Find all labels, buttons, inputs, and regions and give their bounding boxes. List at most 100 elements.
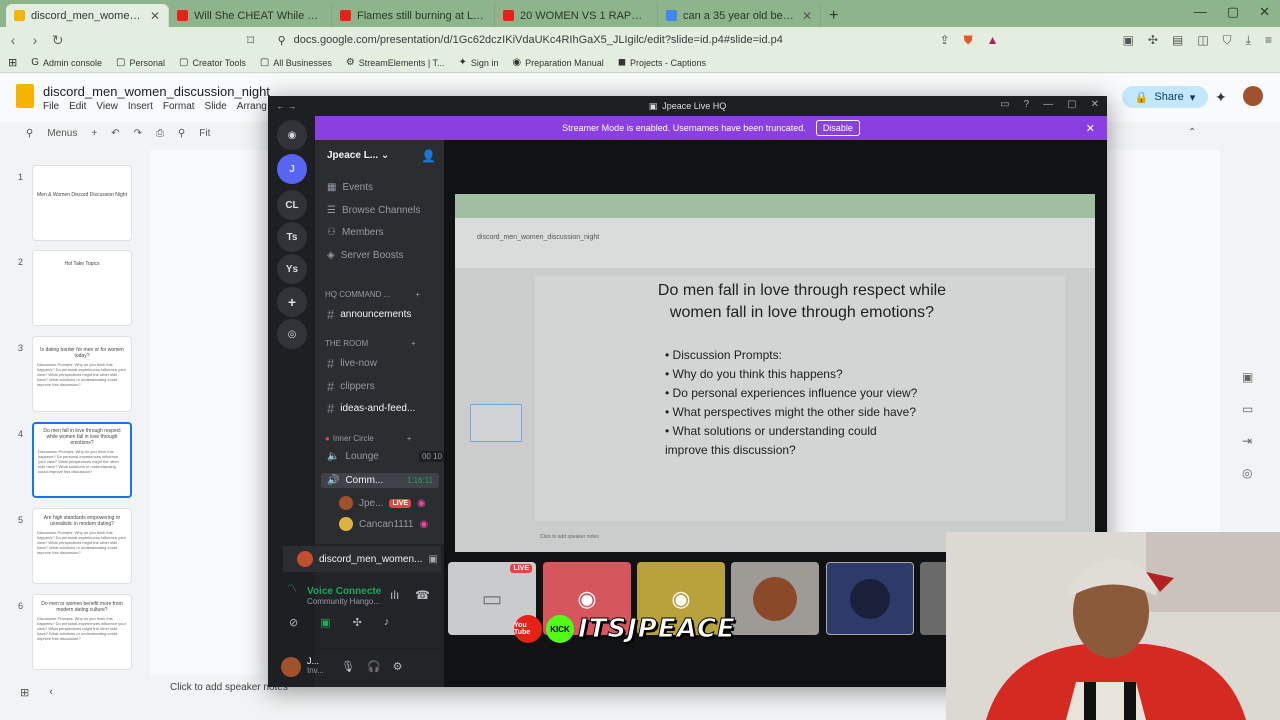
stream-preview-row[interactable]: discord_men_women... ▣	[283, 546, 441, 572]
reload-icon[interactable]: ↻	[52, 32, 64, 49]
maximize-icon[interactable]: ▢	[1067, 99, 1076, 110]
tab-youtube-3[interactable]: 20 WOMEN VS 1 RAPPER: BLOODHO	[495, 4, 658, 27]
disable-button[interactable]: Disable	[815, 120, 860, 136]
close-tab-icon[interactable]: ✕	[802, 9, 812, 23]
channel-clippers[interactable]: # clippers	[327, 379, 375, 394]
nav-browse-channels[interactable]: ☰ Browse Channels	[327, 205, 420, 216]
bookmark-personal[interactable]: ▢ Personal	[116, 57, 165, 68]
voice-channel-community[interactable]: 🔊 Comm... 1:16:11	[321, 473, 439, 488]
soundboard-icon[interactable]: ♪	[384, 616, 390, 629]
user-info[interactable]: J... Inv...	[307, 656, 324, 675]
collapse-toolbar-icon[interactable]: ⌃	[1188, 127, 1196, 138]
maps-icon[interactable]: ⇥	[1242, 434, 1253, 448]
voice-status[interactable]: Voice Connecte Community Hango...	[307, 586, 381, 606]
tab-google[interactable]: can a 35 year old be drafted - Googl ✕	[658, 4, 821, 27]
microphone-icon[interactable]: 🎙	[341, 660, 355, 673]
undo-icon[interactable]: ↶	[111, 128, 119, 139]
puzzle-icon[interactable]: ✣	[1148, 33, 1158, 48]
zoom-fit[interactable]: Fit	[199, 128, 210, 139]
help-icon[interactable]: ?	[1024, 99, 1030, 110]
redo-icon[interactable]: ↷	[134, 128, 142, 139]
tab-slides[interactable]: discord_men_women_discussio ✕	[6, 4, 169, 27]
category-inner-circle[interactable]: ● Inner Circle +	[325, 434, 411, 443]
zoom-icon[interactable]: ⚲	[178, 128, 185, 139]
menu-edit[interactable]: Edit	[69, 101, 86, 112]
screen-share-view[interactable]: discord_men_women_discussion_night Do me…	[455, 194, 1095, 552]
voice-user-jpeace[interactable]: Jpe... LIVE ◉	[339, 496, 439, 510]
gemini-icon[interactable]: ✦	[1215, 89, 1227, 106]
rewards-icon[interactable]: ▲	[987, 33, 999, 48]
voice-user-cancan[interactable]: Cancan1111 ◉	[339, 517, 439, 531]
tasks-icon[interactable]: ▭	[1242, 402, 1253, 416]
screen-share-icon[interactable]: ▣	[320, 616, 330, 629]
add-channel-icon[interactable]: +	[411, 339, 416, 348]
menu-file[interactable]: File	[43, 101, 59, 112]
server-ys[interactable]: Ys	[277, 254, 307, 284]
noise-suppression-icon[interactable]: ılı	[390, 588, 399, 602]
print-icon[interactable]: ⎙	[156, 128, 164, 139]
wallet-icon[interactable]: ◫	[1197, 33, 1208, 48]
bookmark-creator-tools[interactable]: ▢ Creator Tools	[179, 57, 246, 68]
slides-logo-icon[interactable]	[16, 84, 34, 108]
brave-shield-icon[interactable]: ⛊	[964, 33, 973, 48]
channel-ideas-and-feedback[interactable]: # ideas-and-feed...	[327, 401, 415, 416]
bookmark-projects-captions[interactable]: ◼ Projects - Captions	[618, 57, 706, 68]
close-icon[interactable]: ✕	[1091, 99, 1099, 110]
settings-gear-icon[interactable]: ⚙	[393, 660, 403, 673]
close-banner-icon[interactable]: ✕	[1086, 122, 1095, 135]
server-jpeace[interactable]: J	[277, 154, 307, 184]
tab-youtube-1[interactable]: Will She CHEAT While He's Out Of T	[169, 4, 332, 27]
category-hq[interactable]: HQ COMMAND ... +	[325, 290, 420, 299]
bookmark-sign-in[interactable]: ✦ Sign in	[459, 57, 499, 68]
vpn-icon[interactable]: ⛉	[1223, 33, 1232, 48]
channel-live-now[interactable]: # live-now	[327, 356, 377, 371]
menu-insert[interactable]: Insert	[128, 101, 153, 112]
minimize-icon[interactable]: —	[1043, 99, 1053, 110]
bookmark-streamelements[interactable]: ⚙ StreamElements | T...	[346, 57, 445, 68]
addon-icon[interactable]: ◎	[1242, 466, 1253, 480]
share-button[interactable]: 🔒 Share ▾	[1122, 86, 1208, 108]
menu-icon[interactable]: ≡	[1265, 33, 1272, 48]
tile-participant-avatar[interactable]	[731, 562, 819, 635]
server-ts[interactable]: Ts	[277, 222, 307, 252]
inbox-icon[interactable]: ▭	[1000, 99, 1009, 110]
menu-arrange[interactable]: Arrang	[237, 101, 267, 112]
channel-announcements[interactable]: # announcements	[327, 307, 411, 322]
server-cl[interactable]: CL	[277, 190, 307, 220]
bookmark-all-businesses[interactable]: ▢ All Businesses	[260, 57, 332, 68]
disconnect-icon[interactable]: ☎	[415, 588, 430, 602]
category-the-room[interactable]: THE ROOM +	[325, 339, 416, 348]
tile-participant-video[interactable]	[826, 562, 914, 635]
add-channel-icon[interactable]: +	[415, 290, 420, 299]
minimize-icon[interactable]: —	[1194, 4, 1207, 20]
menu-slide[interactable]: Slide	[205, 101, 227, 112]
bookmark-icon[interactable]: ⌑	[246, 32, 256, 49]
collapse-panel-icon[interactable]: ‹	[49, 686, 53, 699]
sidebar-icon[interactable]: ▤	[1172, 33, 1183, 48]
close-window-icon[interactable]: ✕	[1259, 4, 1270, 20]
grid-view-icon[interactable]: ⊞	[20, 686, 29, 699]
activities-icon[interactable]: ✣	[353, 616, 362, 629]
back-arrow-icon[interactable]: ← →	[276, 101, 297, 111]
menu-format[interactable]: Format	[163, 101, 195, 112]
bookmark-preparation-manual[interactable]: ◉ Preparation Manual	[512, 57, 603, 68]
new-slide-icon[interactable]: +	[91, 128, 97, 139]
tab-youtube-2[interactable]: Flames still burning at LyondellBase	[332, 4, 495, 27]
keep-icon[interactable]: ▣	[1242, 370, 1253, 384]
invite-icon[interactable]: 👤	[421, 149, 436, 163]
discover-icon[interactable]: ◎	[277, 319, 307, 349]
nav-members[interactable]: ⚇ Members	[327, 227, 384, 238]
download-icon[interactable]: ⤓	[1246, 33, 1251, 48]
maximize-icon[interactable]: ▢	[1227, 4, 1239, 20]
apps-grid-icon[interactable]: ⊞	[8, 56, 17, 69]
camera-off-icon[interactable]: ⊘	[289, 616, 298, 629]
forward-icon[interactable]: ›	[30, 32, 40, 48]
menu-view[interactable]: View	[96, 101, 118, 112]
bookmark-admin-console[interactable]: G Admin console	[31, 57, 102, 68]
discord-home-icon[interactable]: ◉	[277, 120, 307, 150]
address-bar[interactable]: ⚲ docs.google.com/presentation/d/1Gc62dc…	[268, 29, 928, 51]
nav-events[interactable]: ▦ Events	[327, 182, 373, 193]
back-icon[interactable]: ‹	[8, 32, 18, 48]
new-tab-button[interactable]: +	[821, 7, 846, 27]
add-channel-icon[interactable]: +	[407, 434, 412, 443]
